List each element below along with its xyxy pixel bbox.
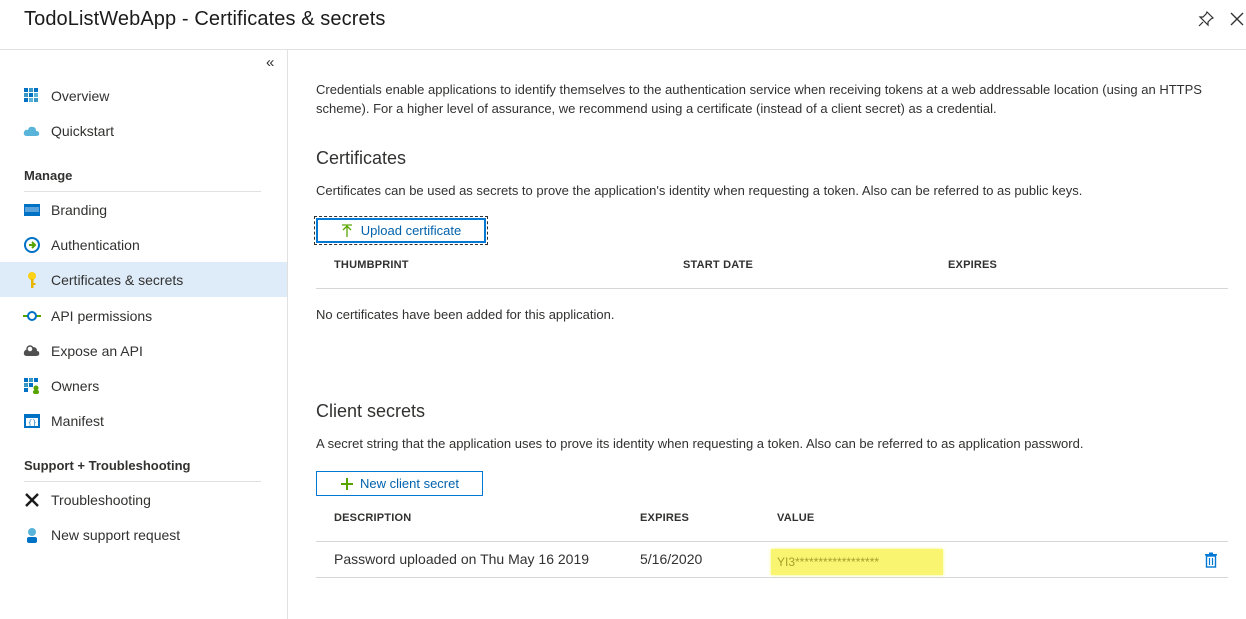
support-person-icon (23, 526, 41, 544)
sidebar-item-owners[interactable]: Owners (0, 368, 287, 403)
column-header-expires[interactable]: EXPIRES (640, 512, 689, 524)
sidebar-item-label: Authentication (51, 236, 140, 253)
sidebar-item-api-permissions[interactable]: API permissions (0, 298, 287, 333)
client-secrets-heading: Client secrets (316, 401, 426, 421)
intro-text: Credentials enable applications to ident… (316, 82, 1202, 116)
sidebar-item-label: Branding (51, 201, 108, 218)
client-secrets-description: A secret string that the application use… (316, 436, 1084, 451)
new-client-secret-label: New client secret (360, 476, 459, 491)
wrench-icon (23, 491, 41, 509)
column-header-value[interactable]: VALUE (777, 512, 814, 524)
delete-icon[interactable] (1203, 552, 1219, 568)
api-permissions-icon (23, 307, 41, 325)
plus-icon (341, 477, 353, 490)
sidebar-item-label: Expose an API (51, 342, 143, 359)
section-label-manage: Manage (24, 168, 73, 183)
sidebar-item-overview[interactable]: Overview (0, 78, 287, 113)
sidebar-item-label: Troubleshooting (51, 491, 151, 508)
sidebar-item-branding[interactable]: Branding (0, 192, 287, 227)
section-label-support: Support + Troubleshooting (24, 458, 191, 473)
collapse-sidebar-button[interactable]: « (266, 54, 274, 71)
manifest-icon: {} (23, 412, 41, 430)
owners-icon (23, 377, 41, 395)
sidebar-item-authentication[interactable]: Authentication (0, 227, 287, 262)
sidebar-item-troubleshooting[interactable]: Troubleshooting (0, 482, 287, 517)
sidebar-item-new-support-request[interactable]: New support request (0, 517, 287, 552)
secret-value-text: YI3****************** (777, 555, 880, 569)
sidebar-item-label: Certificates & secrets (51, 271, 184, 288)
sidebar-item-label: API permissions (51, 307, 153, 324)
no-certificates-message: No certificates have been added for this… (316, 307, 615, 322)
pin-icon[interactable] (1197, 10, 1215, 28)
column-header-start-date[interactable]: START DATE (683, 259, 753, 271)
close-icon[interactable] (1228, 10, 1246, 28)
new-client-secret-button[interactable]: New client secret (316, 471, 483, 496)
key-icon (23, 271, 41, 289)
secret-value[interactable]: YI3****************** (771, 549, 943, 575)
table-divider (316, 541, 1228, 542)
upload-certificate-button[interactable]: Upload certificate (314, 216, 488, 245)
certificates-heading: Certificates (316, 148, 407, 168)
column-header-description[interactable]: DESCRIPTION (334, 512, 411, 524)
cloud-gear-icon (23, 342, 41, 360)
secret-description: Password uploaded on Thu May 16 2019 (334, 551, 590, 567)
sidebar-item-label: Owners (51, 377, 100, 394)
sidebar-item-certificates-secrets[interactable]: Certificates & secrets (0, 262, 287, 297)
sidebar: « Overview Quickstart Manage Branding Au… (0, 50, 288, 619)
sidebar-item-label: New support request (51, 526, 181, 543)
cloud-icon (23, 122, 41, 140)
branding-icon (23, 201, 41, 219)
column-header-expires[interactable]: EXPIRES (948, 259, 997, 271)
sidebar-item-label: Manifest (51, 412, 104, 429)
sidebar-item-manifest[interactable]: {} Manifest (0, 403, 287, 438)
secret-expires: 5/16/2020 (640, 551, 703, 567)
table-divider (316, 288, 1228, 289)
blade-header: TodoListWebApp - Certificates & secrets (0, 0, 1246, 50)
upload-certificate-label: Upload certificate (360, 223, 462, 238)
page-title: TodoListWebApp - Certificates & secrets (24, 8, 386, 30)
sidebar-item-label: Overview (51, 87, 110, 104)
sidebar-item-quickstart[interactable]: Quickstart (0, 113, 287, 148)
column-header-thumbprint[interactable]: THUMBPRINT (334, 259, 409, 271)
sidebar-item-expose-api[interactable]: Expose an API (0, 333, 287, 368)
table-divider (316, 577, 1228, 578)
svg-text:{}: {} (28, 420, 36, 428)
certificates-description: Certificates can be used as secrets to p… (316, 183, 1083, 198)
overview-grid-icon (23, 87, 41, 105)
sidebar-item-label: Quickstart (51, 122, 115, 139)
upload-arrow-icon (341, 223, 352, 237)
authentication-icon (23, 236, 41, 254)
